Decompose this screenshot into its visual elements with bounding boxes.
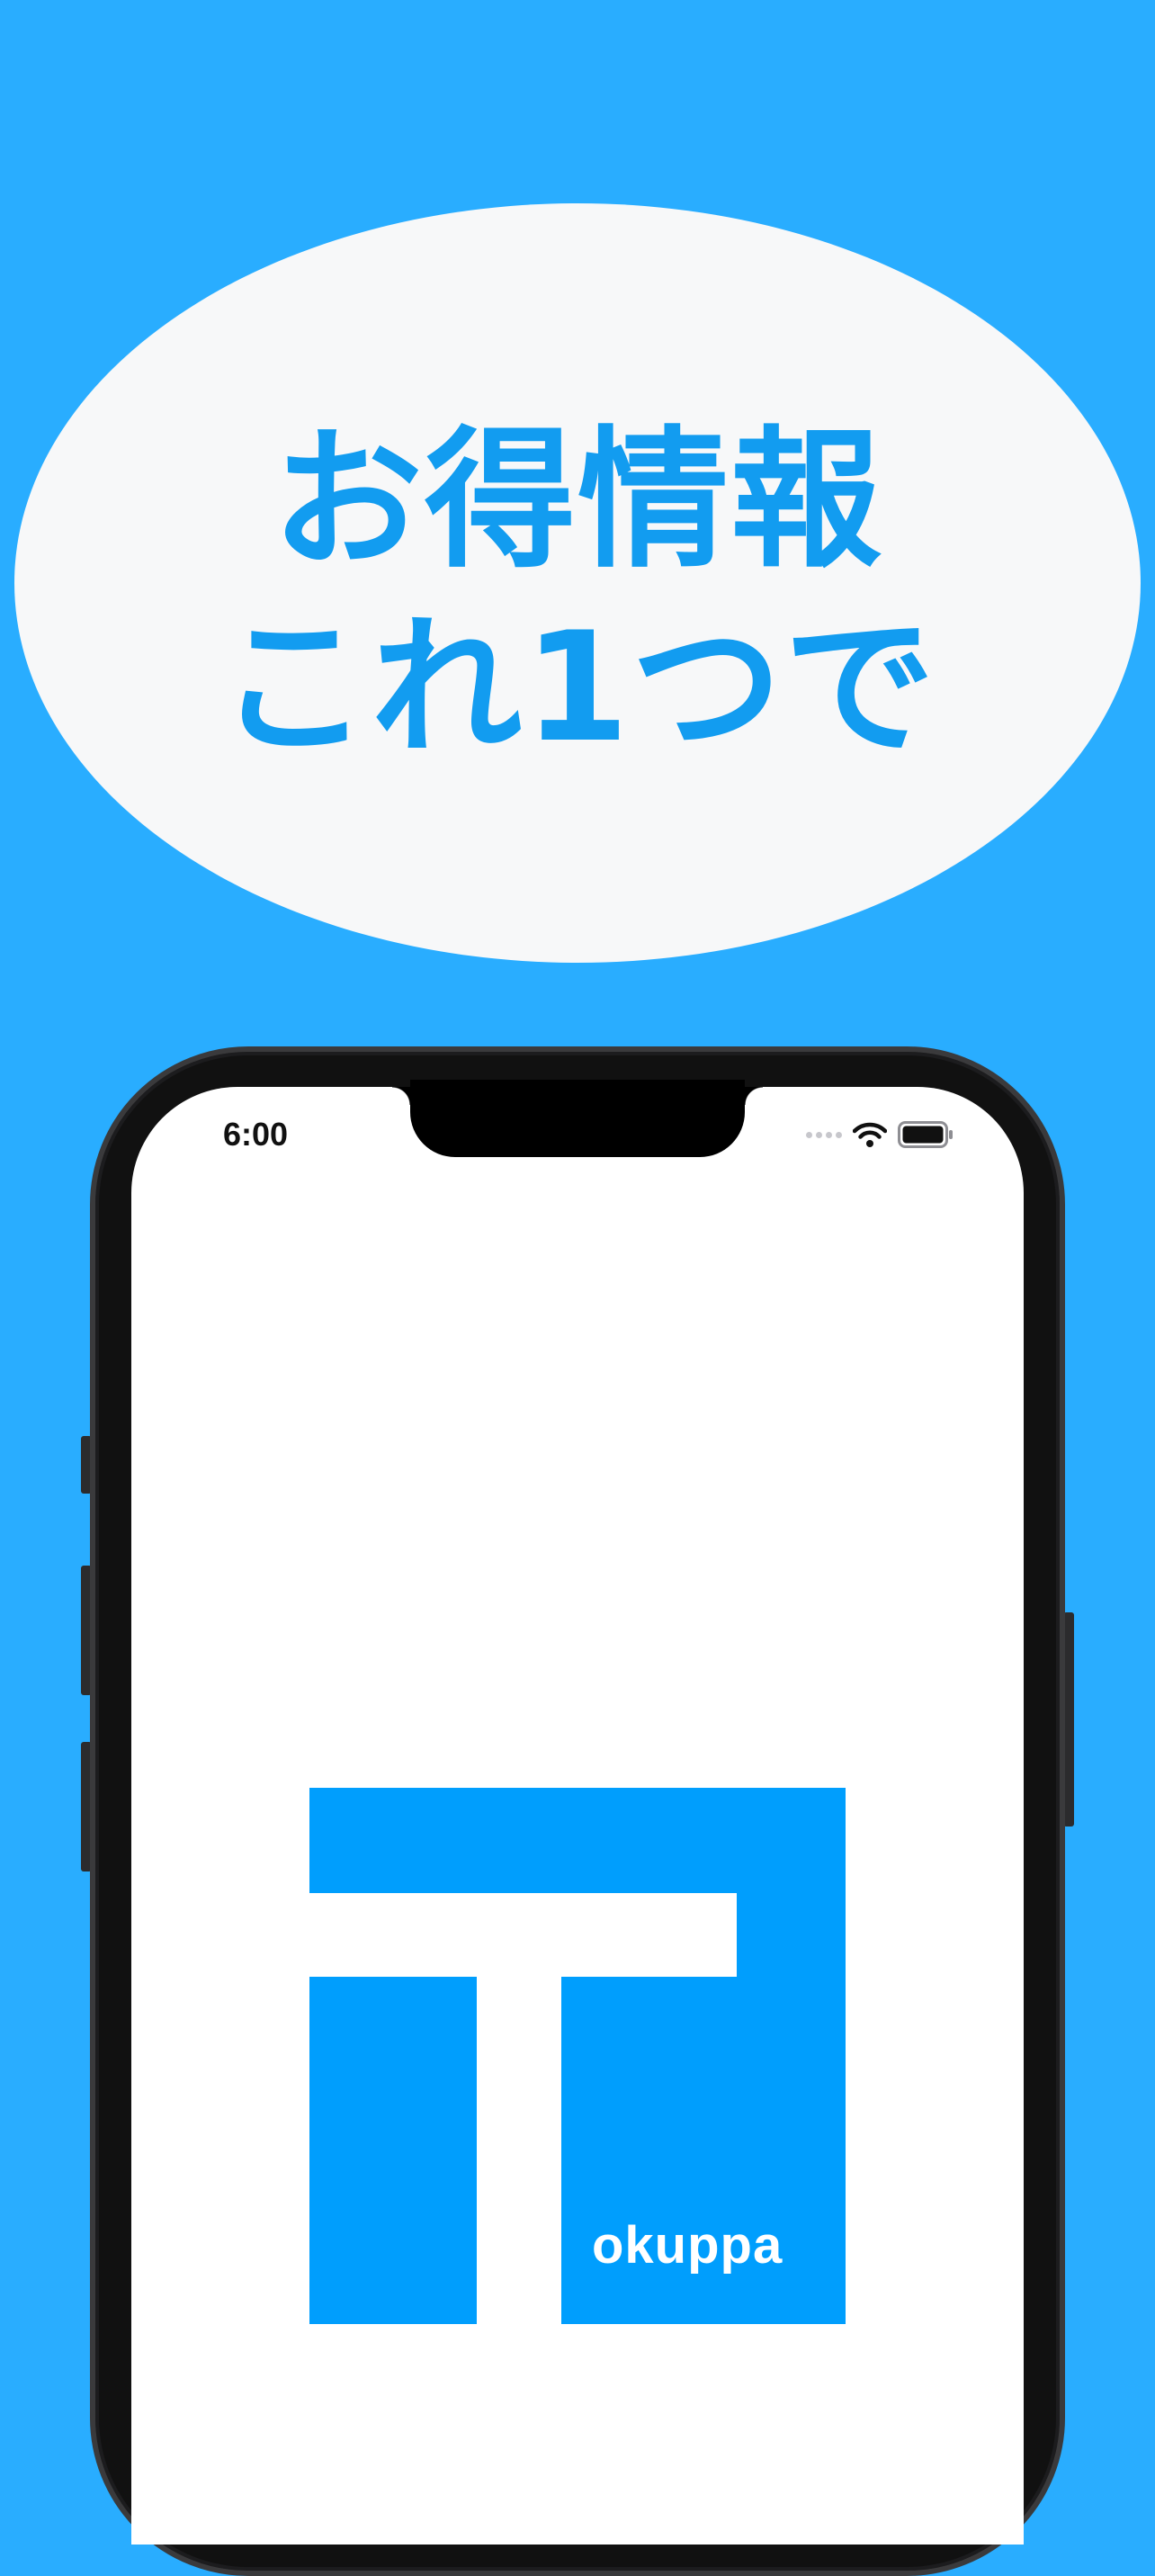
phone-notch bbox=[392, 1080, 763, 1157]
wifi-icon bbox=[853, 1122, 887, 1147]
speech-bubble: お得情報 これ1つで bbox=[14, 203, 1141, 963]
headline: お得情報 これ1つで bbox=[219, 407, 937, 782]
signal-dots-icon bbox=[806, 1131, 842, 1138]
headline-line-1: お得情報 bbox=[272, 411, 883, 588]
status-icons bbox=[806, 1121, 954, 1148]
status-time: 6:00 bbox=[223, 1116, 289, 1153]
logo-mark-left bbox=[309, 1977, 477, 2324]
headline-line-2: これ1つで bbox=[218, 599, 937, 776]
logo-brand-text: okuppa bbox=[592, 2216, 783, 2275]
battery-icon bbox=[898, 1121, 953, 1148]
